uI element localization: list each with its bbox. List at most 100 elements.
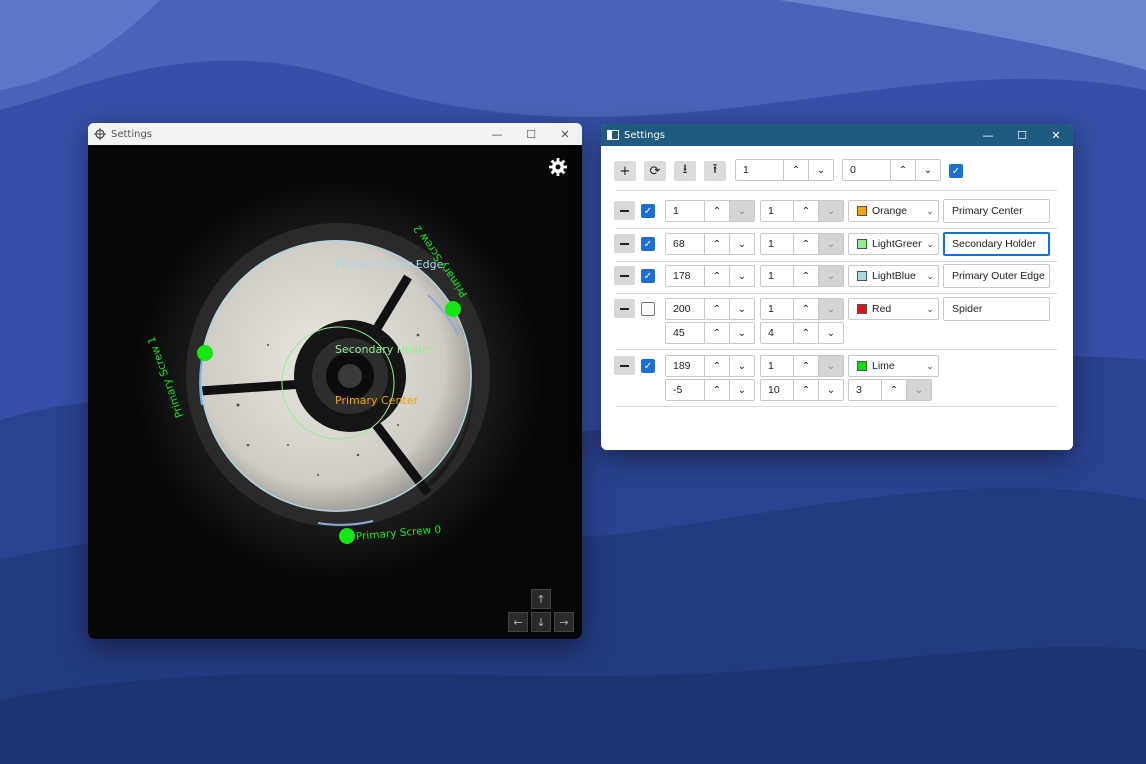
decrement-button[interactable]: ⌄ (906, 380, 931, 400)
decrement-button[interactable]: ⌄ (729, 380, 754, 400)
decrement-button[interactable]: ⌄ (808, 160, 833, 180)
decrement-button[interactable]: ⌄ (729, 234, 754, 254)
pan-right-button[interactable]: → (554, 612, 574, 632)
remove-row-button[interactable] (614, 234, 635, 253)
toolbar-checkbox[interactable]: ✓ (949, 164, 963, 178)
row-width-stepper[interactable]: 1 ⌃ ⌄ (760, 298, 844, 320)
row-color-select[interactable]: LightBlue ⌄ (848, 265, 939, 287)
row-label-field[interactable]: Primary Center (943, 199, 1050, 223)
upload-button[interactable]: ⭱ (704, 161, 726, 181)
row-width-value[interactable]: 1 (761, 266, 793, 286)
decrement-button[interactable]: ⌄ (729, 323, 754, 343)
row-offset-value[interactable]: -5 (666, 380, 704, 400)
pan-down-button[interactable]: ↓ (531, 612, 551, 632)
row-width-stepper[interactable]: 1 ⌃ ⌄ (760, 200, 844, 222)
row-radius-value[interactable]: 68 (666, 234, 704, 254)
row-width-stepper[interactable]: 1 ⌃ ⌄ (760, 265, 844, 287)
close-button[interactable]: ✕ (548, 123, 582, 145)
camera-viewport[interactable]: Primary Outer Edge Secondary Holder Prim… (88, 145, 582, 639)
row-radius-stepper[interactable]: 68 ⌃ ⌄ (665, 233, 755, 255)
row-offset-stepper[interactable]: -5 ⌃ ⌄ (665, 379, 755, 401)
row-radius-value[interactable]: 189 (666, 356, 704, 376)
close-button[interactable]: ✕ (1039, 124, 1073, 146)
row-label-field[interactable]: Primary Outer Edge (943, 264, 1050, 288)
row-count-value[interactable]: 4 (761, 323, 793, 343)
row-enabled-checkbox[interactable]: ✓ (641, 359, 655, 373)
row-enabled-checkbox[interactable]: ✓ (641, 237, 655, 251)
decrement-button[interactable]: ⌄ (729, 201, 754, 221)
increment-button[interactable]: ⌃ (793, 299, 818, 319)
increment-button[interactable]: ⌃ (704, 201, 729, 221)
row-radius-stepper[interactable]: 1 ⌃ ⌄ (665, 200, 755, 222)
row-width-value[interactable]: 1 (761, 299, 793, 319)
toolbar-value-a[interactable]: 1 (736, 160, 783, 180)
remove-row-button[interactable] (614, 356, 635, 375)
row-label-field[interactable]: Secondary Holder (943, 232, 1050, 256)
increment-button[interactable]: ⌃ (881, 380, 906, 400)
decrement-button[interactable]: ⌄ (915, 160, 940, 180)
row-width-value[interactable]: 1 (761, 234, 793, 254)
add-button[interactable]: + (614, 161, 636, 181)
row-width-value[interactable]: 1 (761, 201, 793, 221)
row-enabled-checkbox[interactable]: ✓ (641, 269, 655, 283)
decrement-button[interactable]: ⌄ (818, 356, 843, 376)
toolbar-value-b-stepper[interactable]: 0 ⌃ ⌄ (842, 159, 941, 181)
decrement-button[interactable]: ⌄ (729, 299, 754, 319)
row-radius-value[interactable]: 1 (666, 201, 704, 221)
increment-button[interactable]: ⌃ (793, 234, 818, 254)
increment-button[interactable]: ⌃ (704, 356, 729, 376)
row-radius-stepper[interactable]: 178 ⌃ ⌄ (665, 265, 755, 287)
increment-button[interactable]: ⌃ (704, 266, 729, 286)
decrement-button[interactable]: ⌄ (818, 234, 843, 254)
row-width-value[interactable]: 1 (761, 356, 793, 376)
decrement-button[interactable]: ⌄ (729, 356, 754, 376)
increment-button[interactable]: ⌃ (783, 160, 808, 180)
row-color-select[interactable]: Orange ⌄ (848, 200, 939, 222)
increment-button[interactable]: ⌃ (890, 160, 915, 180)
toolbar-value-b[interactable]: 0 (843, 160, 890, 180)
row-color-select[interactable]: LightGreen ⌄ (848, 233, 939, 255)
row-count-stepper[interactable]: 4 ⌃ ⌄ (760, 322, 844, 344)
decrement-button[interactable]: ⌄ (818, 266, 843, 286)
minimize-button[interactable]: — (480, 123, 514, 145)
increment-button[interactable]: ⌃ (793, 201, 818, 221)
refresh-button[interactable]: ⟳ (644, 161, 666, 181)
gear-icon[interactable] (548, 157, 568, 177)
remove-row-button[interactable] (614, 201, 635, 220)
pan-left-button[interactable]: ← (508, 612, 528, 632)
decrement-button[interactable]: ⌄ (818, 323, 843, 343)
minimize-button[interactable]: — (971, 124, 1005, 146)
row-label-field[interactable]: Spider (943, 297, 1050, 321)
row-radius-value[interactable]: 178 (666, 266, 704, 286)
toolbar-value-a-stepper[interactable]: 1 ⌃ ⌄ (735, 159, 834, 181)
row-angle-stepper[interactable]: 45 ⌃ ⌄ (665, 322, 755, 344)
increment-button[interactable]: ⌃ (704, 323, 729, 343)
decrement-button[interactable]: ⌄ (818, 380, 843, 400)
increment-button[interactable]: ⌃ (793, 266, 818, 286)
row-radius-stepper[interactable]: 200 ⌃ ⌄ (665, 298, 755, 320)
row-width-stepper[interactable]: 1 ⌃ ⌄ (760, 355, 844, 377)
row-size-stepper[interactable]: 10 ⌃ ⌄ (760, 379, 844, 401)
increment-button[interactable]: ⌃ (793, 380, 818, 400)
row-angle-value[interactable]: 45 (666, 323, 704, 343)
maximize-button[interactable]: ☐ (1005, 124, 1039, 146)
row-size-value[interactable]: 10 (761, 380, 793, 400)
download-button[interactable]: ⭳ (674, 161, 696, 181)
row-enabled-checkbox[interactable]: ✓ (641, 204, 655, 218)
decrement-button[interactable]: ⌄ (729, 266, 754, 286)
row-color-select[interactable]: Red ⌄ (848, 298, 939, 320)
remove-row-button[interactable] (614, 266, 635, 285)
increment-button[interactable]: ⌃ (704, 299, 729, 319)
row-count-value[interactable]: 3 (849, 380, 881, 400)
remove-row-button[interactable] (614, 299, 635, 318)
pan-up-button[interactable]: ↑ (531, 589, 551, 609)
row-enabled-checkbox[interactable] (641, 302, 655, 316)
row-radius-stepper[interactable]: 189 ⌃ ⌄ (665, 355, 755, 377)
row-count-stepper[interactable]: 3 ⌃ ⌄ (848, 379, 932, 401)
row-color-select[interactable]: Lime ⌄ (848, 355, 939, 377)
increment-button[interactable]: ⌃ (704, 234, 729, 254)
maximize-button[interactable]: ☐ (514, 123, 548, 145)
decrement-button[interactable]: ⌄ (818, 201, 843, 221)
increment-button[interactable]: ⌃ (704, 380, 729, 400)
decrement-button[interactable]: ⌄ (818, 299, 843, 319)
